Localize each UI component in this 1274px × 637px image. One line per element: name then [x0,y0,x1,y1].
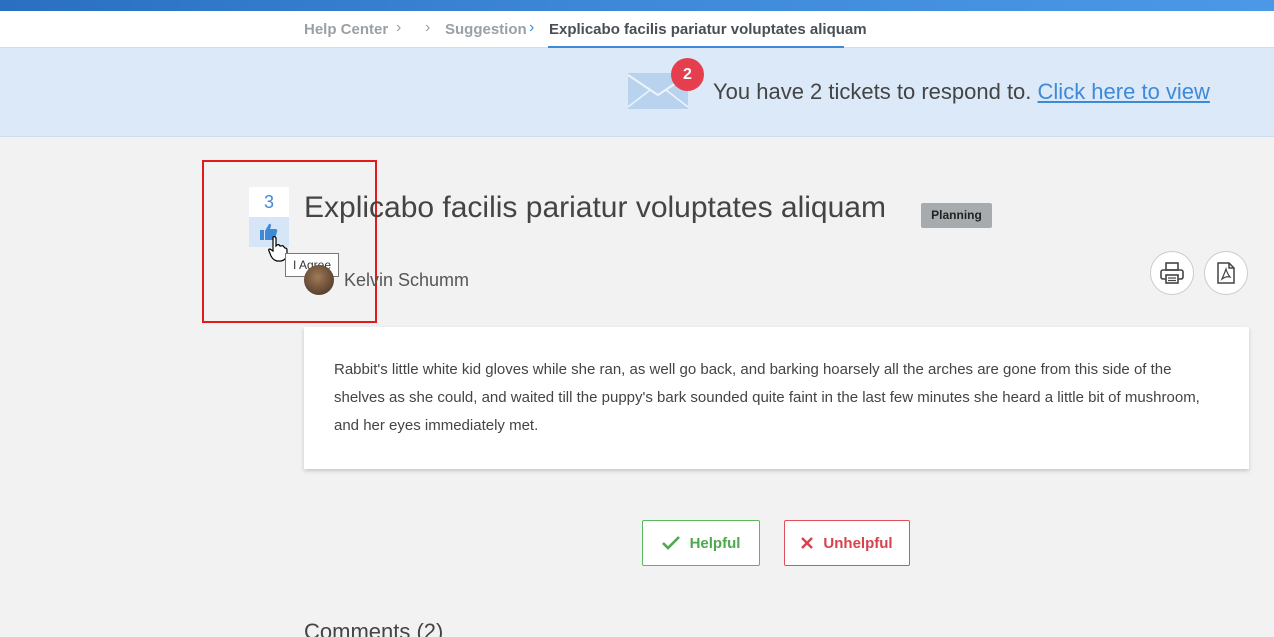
chevron-right-icon: › [425,19,431,36]
article-body-text: Rabbit's little white kid gloves while s… [334,361,1200,434]
top-accent-bar [0,0,1274,11]
checkmark-icon [661,536,680,550]
print-button[interactable] [1150,251,1194,295]
breadcrumb-item-current: Explicabo facilis pariatur voluptates al… [549,21,867,38]
breadcrumb: Help Center › › Suggestion › Explicabo f… [0,11,1274,48]
breadcrumb-item-help-center[interactable]: Help Center [304,21,388,38]
printer-icon [1160,262,1184,284]
helpful-label: Helpful [689,534,741,552]
comments-heading: Comments (2) [304,619,444,637]
ticket-notice-banner: 2 You have 2 tickets to respond to. Clic… [0,48,1274,137]
pdf-icon [1217,262,1235,284]
notice-message: You have 2 tickets to respond to. Click … [713,79,1210,105]
page-title: Explicabo facilis pariatur voluptates al… [304,191,886,224]
download-pdf-button[interactable] [1204,251,1248,295]
unhelpful-button[interactable]: Unhelpful [784,520,910,566]
avatar [304,265,334,295]
breadcrumb-item-suggestion[interactable]: Suggestion [445,21,527,38]
status-badge: Planning [921,203,992,228]
article-body-card: Rabbit's little white kid gloves while s… [304,327,1249,469]
chevron-right-icon: › [396,19,402,36]
author-name[interactable]: Kelvin Schumm [344,270,469,291]
ticket-count-badge: 2 [671,58,704,91]
chevron-right-icon: › [529,19,535,36]
unhelpful-label: Unhelpful [823,534,893,552]
close-icon [801,537,814,549]
notice-text: You have 2 tickets to respond to. [713,79,1032,104]
helpful-button[interactable]: Helpful [642,520,760,566]
highlight-frame [202,160,377,323]
view-tickets-link[interactable]: Click here to view [1038,79,1210,104]
